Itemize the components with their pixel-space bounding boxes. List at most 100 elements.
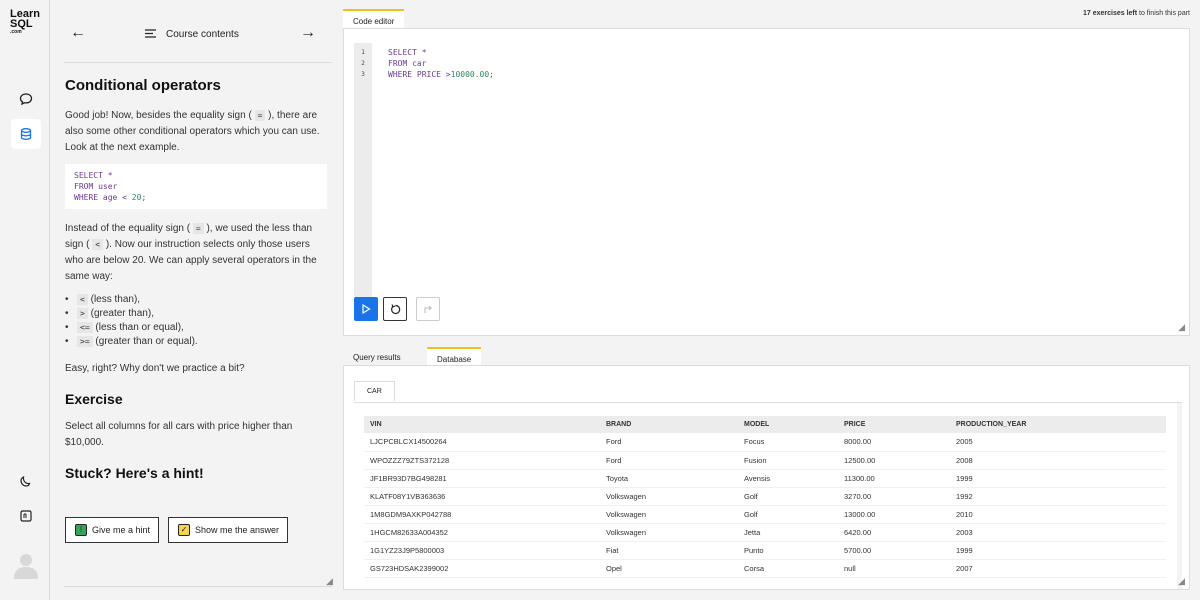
cell: 13000.00 — [838, 505, 950, 524]
list-item: > (greater than), — [65, 307, 327, 321]
table-row: GS723HDSAK2399002 Opel Corsa null 2007 — [364, 559, 1166, 578]
text: (greater than), — [90, 308, 154, 319]
code-keyword: WHERE PRICE > — [388, 70, 451, 79]
back-arrow-icon[interactable]: ← — [70, 24, 86, 42]
cell: Golf — [738, 505, 838, 524]
cell: 2003 — [950, 523, 1166, 542]
cell: Ford — [600, 433, 738, 452]
cell: Volkswagen — [600, 505, 738, 524]
show-answer-label: Show me the answer — [195, 525, 280, 535]
cell: 2008 — [950, 451, 1166, 470]
run-button[interactable] — [354, 297, 378, 321]
hint-title: Stuck? Here's a hint! — [65, 465, 204, 481]
table-row: JF1BR93D7BG498281 Toyota Avensis 11300.00 19… — [364, 469, 1166, 488]
cell: 1999 — [950, 541, 1166, 560]
progress-status: 17 exercises left to finish this part — [1083, 10, 1190, 17]
column-header[interactable]: PRODUCTION_YEAR — [950, 416, 1166, 433]
results-panel: CAR VIN BRAND MODEL PRICE PRODUCTION_YEA… — [343, 365, 1190, 590]
learnsql-logo[interactable]: Learn SQL .com — [10, 9, 40, 36]
cell: Ford — [600, 451, 738, 470]
exercises-left-count: 17 exercises left — [1082, 10, 1138, 17]
text: ). Now our instruction selects only thos… — [65, 239, 317, 282]
dark-mode-moon-icon[interactable] — [11, 466, 41, 496]
code-number: 10000.00 — [450, 70, 490, 79]
code-text[interactable]: SELECT * FROM car WHERE PRICE >10000.00; — [388, 47, 494, 80]
cell: Opel — [600, 559, 738, 578]
line-number: 1 — [361, 49, 365, 56]
reset-icon — [390, 303, 400, 314]
cell: 2007 — [950, 559, 1166, 578]
column-header[interactable]: PRICE — [838, 416, 950, 433]
show-answer-button[interactable]: ✓ Show me the answer — [168, 517, 289, 543]
chat-icon[interactable] — [11, 84, 41, 114]
exercise-text: Select all columns for all cars with pri… — [65, 421, 293, 448]
cell: 5700.00 — [838, 541, 950, 560]
cell: 12500.00 — [838, 451, 950, 470]
inline-code: >= — [77, 336, 93, 347]
column-header[interactable]: BRAND — [600, 416, 738, 433]
lesson-content: Conditional operators Good job! Now, bes… — [65, 78, 327, 493]
divider — [64, 62, 332, 63]
resize-handle-icon[interactable]: ◢ — [1178, 576, 1185, 587]
hint-icon: ! — [75, 524, 87, 536]
inline-code: = — [192, 223, 204, 234]
lesson-panel: ← Course contents → Conditional operator… — [50, 0, 342, 600]
cell: Golf — [738, 487, 838, 506]
cell: 1M8GDM9AXKP042788 — [364, 505, 600, 524]
exercises-left-text: to finish this part — [1137, 10, 1190, 17]
forward-arrow-icon[interactable]: → — [300, 24, 316, 42]
table-row: LJCPCBLCX14500264 Ford Focus 8000.00 2005 — [364, 433, 1166, 452]
list-item: < (less than), — [65, 293, 327, 307]
avatar[interactable] — [13, 551, 39, 579]
reset-button[interactable] — [383, 297, 407, 321]
cell: 1999 — [950, 469, 1166, 488]
cell: Fiat — [600, 541, 738, 560]
code-semicolon: ; — [489, 70, 494, 79]
cell: Focus — [738, 433, 838, 452]
cell: JF1BR93D7BG498281 — [364, 469, 600, 488]
column-header[interactable]: VIN — [364, 416, 600, 433]
list-item: <= (less than or equal), — [65, 321, 327, 335]
operator-list: < (less than), > (greater than), <= (les… — [65, 293, 327, 349]
list-item: >= (greater than or equal). — [65, 335, 327, 349]
code-snippet: SELECT * FROM user WHERE age < 20; — [65, 164, 327, 209]
snippet-number: 20 — [131, 193, 142, 202]
cell: Volkswagen — [600, 523, 738, 542]
database-icon[interactable] — [11, 119, 41, 149]
cell: LJCPCBLCX14500264 — [364, 433, 600, 452]
checkmark-icon: ✓ — [178, 524, 190, 536]
inline-code: = — [254, 110, 266, 121]
vertical-scrollbar[interactable] — [1177, 403, 1182, 589]
cell: 1992 — [950, 487, 1166, 506]
cell: WPOZZZ79ZTS372128 — [364, 451, 600, 470]
cell: GS723HDSAK2399002 — [364, 559, 600, 578]
exercise-title: Exercise — [65, 391, 123, 407]
hint-buttons: ! Give me a hint ✓ Show me the answer — [65, 517, 325, 543]
cell: Volkswagen — [600, 487, 738, 506]
give-hint-button[interactable]: ! Give me a hint — [65, 517, 160, 543]
resize-handle-icon[interactable]: ◢ — [326, 576, 333, 587]
table-row: WPOZZZ79ZTS372128 Ford Fusion 12500.00 2008 — [364, 451, 1166, 470]
column-header[interactable]: MODEL — [738, 416, 838, 433]
divider — [64, 586, 332, 587]
resize-handle-icon[interactable]: ◢ — [1178, 322, 1185, 333]
line-number: 3 — [361, 71, 365, 78]
redo-button[interactable] — [416, 297, 440, 321]
fullscreen-icon[interactable] — [11, 501, 41, 531]
table-container: VIN BRAND MODEL PRICE PRODUCTION_YEAR LJ… — [354, 402, 1182, 589]
snippet-line: SELECT * — [74, 171, 113, 180]
cell: Corsa — [738, 559, 838, 578]
cell: Toyota — [600, 469, 738, 488]
menu-icon[interactable] — [145, 27, 156, 41]
code-editor[interactable]: 1 2 3 SELECT * FROM car WHERE PRICE >100… — [343, 28, 1190, 336]
cell: KLATF08Y1VB363636 — [364, 487, 600, 506]
code-line: SELECT * — [388, 48, 427, 57]
text: Good job! Now, besides the equality sign… — [65, 110, 252, 121]
snippet-keyword: WHERE age < — [74, 193, 132, 202]
table-header-row: VIN BRAND MODEL PRICE PRODUCTION_YEAR — [364, 416, 1166, 433]
data-table: VIN BRAND MODEL PRICE PRODUCTION_YEAR LJ… — [364, 416, 1166, 578]
table-tab-car[interactable]: CAR — [354, 381, 395, 401]
course-contents-link[interactable]: Course contents — [166, 29, 239, 40]
cell: 1HGCM82633A004352 — [364, 523, 600, 542]
lesson-paragraph-1: Good job! Now, besides the equality sign… — [65, 108, 327, 156]
